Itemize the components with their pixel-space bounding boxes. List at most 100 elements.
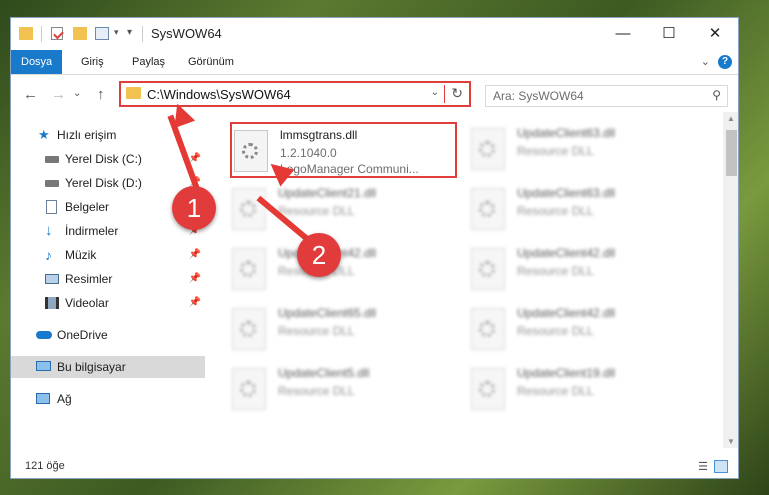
address-path[interactable]: C:\Windows\SysWOW64 [147, 87, 291, 102]
sidebar-item-network[interactable]: Ağ [11, 388, 205, 410]
dll-file-icon [232, 368, 266, 410]
file-description: Resource DLL [517, 144, 594, 158]
file-name: UpdateClient42.dll [517, 306, 616, 320]
sidebar-item-label: OneDrive [57, 328, 108, 342]
explorer-window: ▾ ▾ SysWOW64 — ☐ ✕ Dosya Giriş Paylaş Gö… [10, 17, 739, 479]
large-icons-view-icon[interactable] [714, 460, 728, 473]
video-icon [45, 297, 59, 309]
cloud-icon [36, 331, 52, 339]
file-description: LogoManager Communi... [280, 162, 419, 176]
sidebar-item-pictures[interactable]: Resimler 📌 [11, 268, 205, 290]
new-folder-icon[interactable] [73, 27, 87, 40]
pictures-icon [45, 274, 59, 284]
document-icon [46, 200, 57, 214]
search-input[interactable]: Ara: SysWOW64 ⚲ [485, 85, 728, 107]
address-dropdown-icon[interactable]: ⌄ [431, 87, 439, 98]
refresh-button[interactable]: ↻ [451, 85, 463, 102]
sidebar-item-disk-c[interactable]: Yerel Disk (C:) 📌 [11, 148, 205, 170]
dll-file-icon [471, 128, 505, 170]
dll-file-icon [471, 368, 505, 410]
file-description: Resource DLL [517, 264, 594, 278]
status-bar: 121 öğe ☰ [11, 456, 738, 478]
back-button[interactable]: ← [23, 86, 38, 103]
file-description: Resource DLL [517, 384, 594, 398]
customize-toolbar-icon[interactable]: ▾ [127, 27, 132, 43]
file-description: Resource DLL [278, 324, 355, 338]
folder-icon [126, 87, 141, 99]
ribbon-tabs: Dosya Giriş Paylaş Görünüm ⌄ ? [11, 50, 738, 75]
search-placeholder: Ara: SysWOW64 [493, 89, 584, 103]
sidebar-item-music[interactable]: ♪ Müzik 📌 [11, 244, 205, 266]
file-item[interactable]: UpdateClient63.dll Resource DLL [469, 182, 701, 238]
music-icon: ♪ [45, 247, 52, 263]
file-name: UpdateClient5.dll [278, 366, 370, 380]
chevron-down-icon[interactable]: ▾ [114, 27, 119, 43]
file-item[interactable]: UpdateClient19.dll Resource DLL [469, 362, 701, 418]
navigation-pane: ★ Hızlı erişim Yerel Disk (C:) 📌 Yerel D… [11, 118, 205, 448]
sidebar-item-videos[interactable]: Videolar 📌 [11, 292, 205, 314]
sidebar-item-onedrive[interactable]: OneDrive [11, 324, 205, 346]
drive-icon [45, 156, 59, 163]
scroll-down-icon[interactable]: ▼ [727, 437, 735, 446]
divider [142, 26, 143, 42]
search-icon[interactable]: ⚲ [712, 88, 721, 102]
title-bar: ▾ ▾ SysWOW64 — ☐ ✕ [11, 18, 738, 50]
sidebar-item-label: Hızlı erişim [57, 128, 117, 142]
details-view-icon[interactable]: ☰ [698, 460, 708, 473]
network-icon [36, 393, 50, 404]
close-button[interactable]: ✕ [692, 18, 738, 50]
sidebar-item-label: Ağ [57, 392, 72, 406]
dll-file-icon [232, 308, 266, 350]
dll-file-icon [471, 308, 505, 350]
up-button[interactable]: ↑ [97, 86, 105, 103]
file-name: UpdateClient63.dll [517, 126, 616, 140]
divider [444, 85, 445, 103]
sidebar-item-disk-d[interactable]: Yerel Disk (D:) 📌 [11, 172, 205, 194]
sidebar-item-label: Belgeler [65, 200, 110, 214]
sidebar-item-label: Videolar [65, 296, 109, 310]
file-item[interactable]: UpdateClient42.dll Resource DLL [469, 242, 701, 298]
step-badge-1: 1 [172, 186, 216, 230]
file-item[interactable]: UpdateClient63.dll Resource DLL [469, 122, 701, 178]
file-name: UpdateClient63.dll [517, 186, 616, 200]
recent-locations-button[interactable]: ⌄ [73, 88, 81, 99]
tab-file[interactable]: Dosya [11, 50, 63, 74]
forward-button[interactable]: → [51, 86, 66, 103]
scroll-thumb[interactable] [726, 130, 737, 176]
sidebar-item-label: Yerel Disk (D:) [65, 176, 142, 190]
sidebar-item-this-pc[interactable]: Bu bilgisayar [11, 356, 205, 378]
file-item[interactable]: UpdateClient42.dll Resource DLL [469, 302, 701, 358]
help-icon[interactable]: ? [718, 55, 732, 69]
pin-icon[interactable]: 📌 [189, 244, 201, 266]
computer-icon [36, 361, 51, 371]
sidebar-item-label: İndirmeler [65, 224, 119, 238]
pin-icon[interactable]: 📌 [189, 268, 201, 290]
file-item[interactable]: UpdateClient21.dll Resource DLL [230, 182, 462, 238]
file-item[interactable]: UpdateClient5.dll Resource DLL [230, 362, 462, 418]
download-icon: ↓ [45, 222, 53, 239]
sidebar-item-label: Bu bilgisayar [57, 360, 126, 374]
properties-icon[interactable] [51, 27, 64, 40]
sidebar-item-label: Müzik [65, 248, 97, 262]
tab-view[interactable]: Görünüm [188, 53, 234, 71]
file-item[interactable]: UpdateClient42.dll Resource DLL [230, 242, 462, 298]
pin-icon[interactable]: 📌 [189, 292, 201, 314]
vertical-scrollbar[interactable]: ▲ ▼ [723, 112, 738, 448]
minimize-button[interactable]: — [600, 18, 646, 50]
sidebar-item-downloads[interactable]: ↓ İndirmeler 📌 [11, 220, 205, 242]
file-description: Resource DLL [278, 204, 355, 218]
sidebar-item-label: Resimler [65, 272, 113, 286]
view-icon[interactable] [95, 27, 109, 40]
folder-icon [19, 27, 33, 40]
scroll-up-icon[interactable]: ▲ [727, 114, 735, 123]
file-name: UpdateClient42.dll [517, 246, 616, 260]
file-item[interactable]: UpdateClient65.dll Resource DLL [230, 302, 462, 358]
file-name: lmmsgtrans.dll [280, 128, 358, 142]
maximize-button[interactable]: ☐ [646, 18, 692, 50]
expand-ribbon-icon[interactable]: ⌄ [701, 53, 710, 71]
file-version: 1.2.1040.0 [280, 146, 337, 160]
address-bar[interactable]: C:\Windows\SysWOW64 ⌄ ↻ [119, 81, 471, 107]
tab-share[interactable]: Paylaş [132, 53, 165, 71]
tab-home[interactable]: Giriş [81, 53, 104, 71]
dll-file-icon [234, 130, 268, 172]
